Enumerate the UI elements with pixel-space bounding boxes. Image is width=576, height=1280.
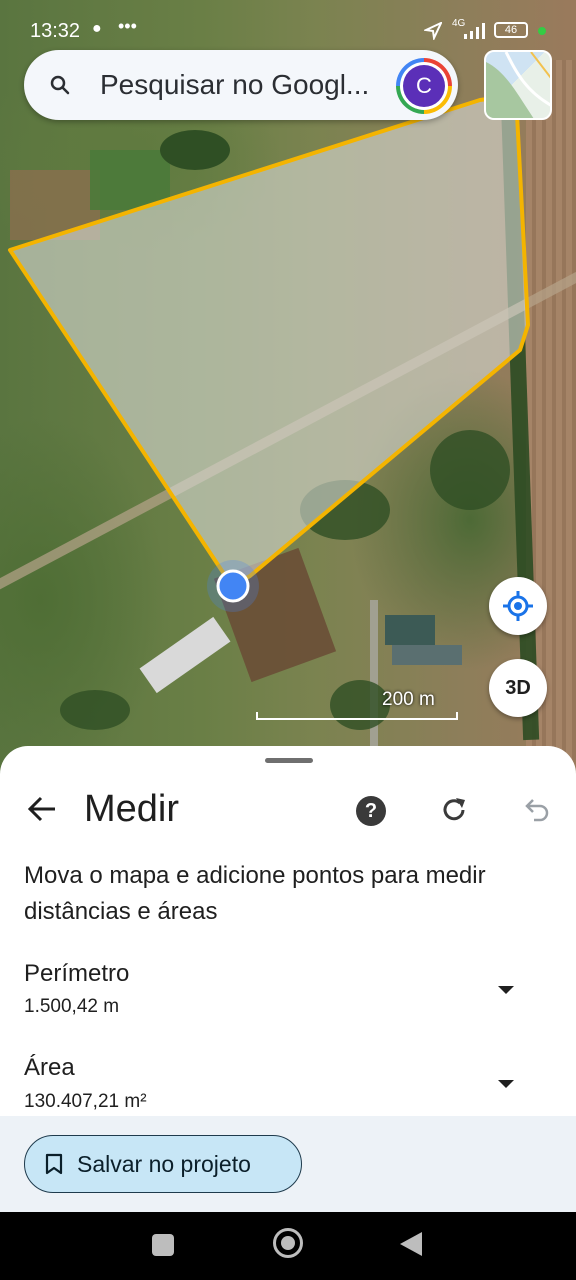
my-location-button[interactable]: [489, 577, 547, 635]
account-avatar[interactable]: C: [396, 58, 452, 114]
measure-panel: Medir ? Mova o mapa e adicione pontos pa…: [0, 746, 576, 1212]
area-label: Área: [24, 1054, 75, 1081]
perimeter-value: 1.500,42 m: [24, 996, 120, 1017]
status-bar: 13:32 ● ••• 4G 46: [0, 0, 576, 56]
area-value: 130.407,21 m²: [24, 1091, 147, 1112]
back-arrow-icon[interactable]: [26, 792, 60, 826]
layers-button[interactable]: [484, 50, 552, 120]
page-title: Medir: [84, 788, 180, 830]
measure-instructions: Mova o mapa e adicione pontos para medir…: [24, 862, 486, 925]
layers-map-thumbnail-icon: [486, 52, 550, 118]
my-location-icon: [503, 591, 533, 621]
search-bar[interactable]: Pesquisar no Googl... C: [24, 50, 458, 120]
3d-toggle-button[interactable]: 3D: [489, 659, 547, 717]
home-button[interactable]: [273, 1228, 303, 1258]
system-nav-bar: [0, 1212, 576, 1280]
system-back-button[interactable]: [400, 1232, 422, 1256]
status-time: 13:32: [30, 20, 81, 42]
redo-icon[interactable]: [438, 794, 470, 826]
perimeter-dropdown-icon[interactable]: [498, 986, 514, 994]
recents-button[interactable]: [152, 1234, 174, 1256]
bookmark-icon: [45, 1153, 63, 1175]
map-scale-label: 200 m: [382, 689, 435, 710]
save-bar: Salvar no projeto: [0, 1116, 576, 1212]
privacy-indicator-dot: [538, 27, 546, 35]
avatar-letter: C: [403, 65, 445, 107]
map-scale-bar: [256, 712, 458, 720]
help-icon[interactable]: ?: [356, 796, 386, 826]
perimeter-label: Perímetro: [24, 960, 130, 987]
save-to-project-button[interactable]: Salvar no projeto: [24, 1135, 302, 1193]
chat-icon: ●: [92, 20, 102, 37]
battery-icon: 46: [494, 22, 528, 38]
drag-handle[interactable]: [265, 758, 313, 763]
undo-icon[interactable]: [520, 794, 552, 826]
signal-icon: [464, 23, 485, 39]
more-notifications-icon: •••: [118, 16, 137, 36]
battery-level: 46: [504, 24, 518, 36]
save-button-label: Salvar no projeto: [77, 1151, 251, 1177]
search-input[interactable]: Pesquisar no Googl...: [100, 69, 390, 101]
search-icon: [50, 75, 70, 95]
location-active-icon: [424, 22, 442, 40]
area-dropdown-icon[interactable]: [498, 1080, 514, 1088]
